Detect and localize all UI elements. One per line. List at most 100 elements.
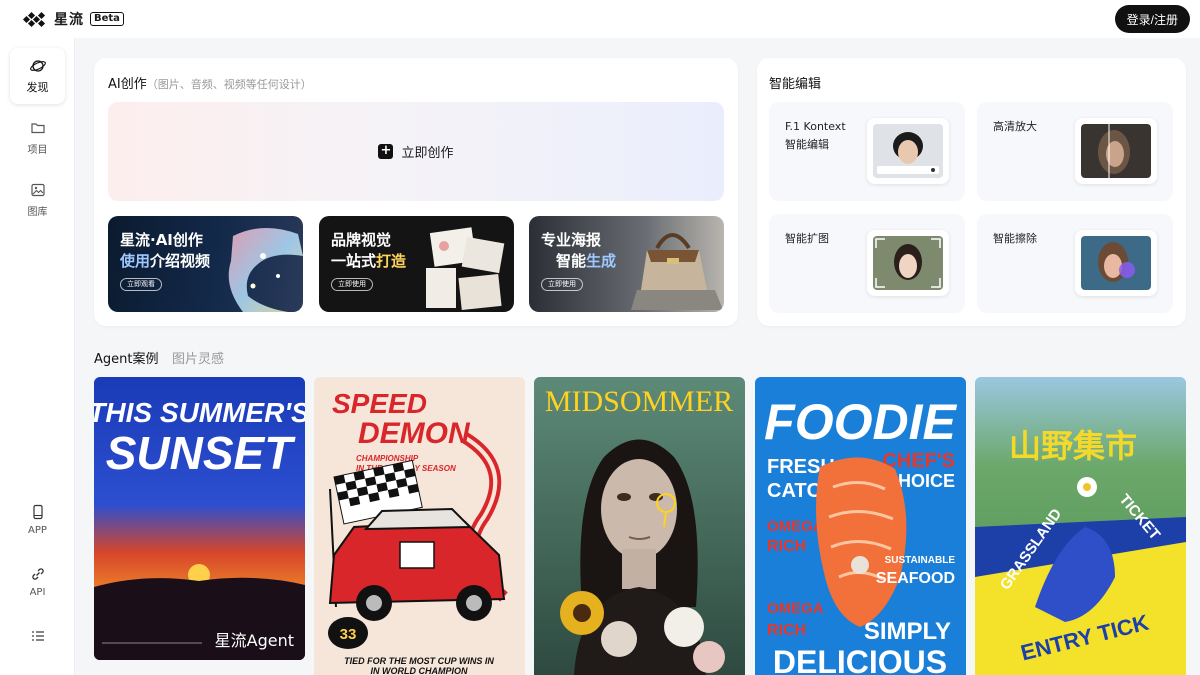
promo-line1: 品牌视觉 [331, 231, 392, 249]
logo-mark-icon [22, 11, 48, 28]
sidebar: 发现 项目 图库 APP API [0, 38, 75, 675]
sidebar-item-label: API [29, 587, 46, 598]
tile-label-line1: 智能擦除 [993, 232, 1037, 245]
promo-text: 专业海报 智能生成 [541, 230, 616, 272]
sidebar-item-projects[interactable]: 项目 [10, 110, 65, 166]
promo-line2-a: 一站式 [331, 252, 377, 270]
tile-label: 智能擦除 [993, 230, 1037, 248]
poster-title1: MIDSOMMER [545, 385, 733, 418]
poster-brand: 星流Agent [215, 631, 294, 650]
ai-create-subtitle: （图片、音频、视频等任何设计） [146, 78, 312, 91]
poster-title1: SPEED [332, 388, 427, 419]
poster-foot1: SIMPLY [864, 618, 951, 645]
promo-text: 星流·AI创作 使用介绍视频 [120, 230, 210, 272]
menu-icon [31, 631, 44, 641]
poster-title2: SUNSET [106, 427, 296, 479]
sidebar-menu-button[interactable] [10, 608, 65, 664]
portrait-thumb-icon [1081, 124, 1151, 178]
portrait-thumb-icon [1081, 236, 1151, 290]
tab-image-inspiration[interactable]: 图片灵感 [172, 348, 224, 367]
gallery-item-sunset[interactable]: THIS SUMMER'S SUNSET 星流Agent [94, 377, 305, 660]
tile-label-line1: F.1 Kontext [785, 120, 846, 133]
plus-icon: + [378, 144, 394, 159]
tile-upscale[interactable]: 高清放大 [977, 102, 1173, 201]
sidebar-item-label: 发现 [26, 80, 49, 94]
portrait-thumb-icon [873, 236, 943, 290]
promo-line1: 星流·AI创作 [120, 231, 203, 249]
poster-omega2: OMEGA [767, 600, 824, 617]
tile-label-line1: 高清放大 [993, 120, 1037, 133]
sidebar-item-label: 图库 [27, 207, 48, 218]
tile-outpaint[interactable]: 智能扩图 [769, 214, 965, 313]
phone-icon [32, 504, 43, 520]
promo-watch-button[interactable]: 立即观看 [120, 278, 162, 291]
tile-thumbnail [867, 118, 949, 184]
smart-edit-card: 智能编辑 F.1 Kontext 智能编辑 高清放大 智能扩图 智能擦除 [757, 58, 1186, 326]
promo-poster[interactable]: 专业海报 智能生成 立即使用 [529, 216, 724, 312]
create-now-label: 立即创作 [401, 146, 454, 161]
poster-foot2: DELICIOUS [773, 644, 947, 675]
beta-badge: Beta [90, 12, 124, 26]
tile-thumbnail [1075, 230, 1157, 296]
login-button[interactable]: 登录/注册 [1114, 5, 1190, 33]
link-icon [31, 568, 44, 580]
poster-title1: THIS SUMMER'S [94, 397, 305, 428]
sunset-poster: THIS SUMMER'S SUNSET 星流Agent [94, 377, 305, 660]
gallery-item-speed-demon[interactable]: SPEED DEMON CHAMPIONSHIP IN THE HOLIDAY … [314, 377, 525, 675]
ai-create-title-text: AI创作 [108, 77, 147, 92]
poster-title2: DEMON [358, 417, 471, 450]
tile-thumbnail [867, 230, 949, 296]
handbag-art-icon [631, 233, 723, 310]
create-now-button[interactable]: + 立即创作 [108, 102, 724, 201]
poster-foot2: IN WORLD CHAMPION [371, 666, 468, 675]
ai-create-title: AI创作（图片、音频、视频等任何设计） [108, 73, 312, 92]
gallery-item-midsommer[interactable]: MIDSOMMER [534, 377, 745, 675]
poster-sus2: SEAFOOD [876, 570, 955, 587]
promo-use-button[interactable]: 立即使用 [541, 278, 583, 291]
tile-label-line1: 智能扩图 [785, 232, 829, 245]
sidebar-item-app[interactable]: APP [10, 492, 65, 548]
tile-label: F.1 Kontext 智能编辑 [785, 118, 846, 154]
logo[interactable]: 星流 Beta [22, 9, 124, 29]
poster-omega1: OMEGA [767, 518, 824, 535]
promo-line2-a: 智能 [556, 252, 587, 270]
tile-thumbnail [1075, 118, 1157, 184]
foodie-poster: FOODIE FRESH CATCH CHEF'S CHOICE OMEGA R… [755, 377, 966, 675]
sidebar-item-api[interactable]: API [10, 554, 65, 610]
promo-intro-video[interactable]: 星流·AI创作 使用介绍视频 立即观看 [108, 216, 303, 312]
gallery-item-grassland[interactable]: 山野集市 GRASSLAND TICKET ENTRY TICK [975, 377, 1186, 675]
tile-label-line2: 智能编辑 [785, 138, 829, 151]
promo-brand-visual[interactable]: 品牌视觉 一站式打造 立即使用 [319, 216, 514, 312]
image-icon [30, 183, 45, 197]
gallery-item-foodie[interactable]: FOODIE FRESH CATCH CHEF'S CHOICE OMEGA R… [755, 377, 966, 675]
tile-erase[interactable]: 智能擦除 [977, 214, 1173, 313]
poster-title1: 山野集市 [1009, 427, 1137, 465]
tile-kontext-edit[interactable]: F.1 Kontext 智能编辑 [769, 102, 965, 201]
promo-line2-hl: 生成 [586, 252, 617, 270]
tile-label: 高清放大 [993, 118, 1037, 136]
smart-edit-title: 智能编辑 [769, 77, 822, 92]
tile-label: 智能扩图 [785, 230, 829, 248]
midsommer-poster: MIDSOMMER [534, 377, 745, 675]
folder-icon [30, 123, 45, 134]
promo-line2-a: 使用 [120, 252, 151, 270]
planet-icon [29, 59, 46, 72]
ai-create-card: AI创作（图片、音频、视频等任何设计） + 立即创作 星流·AI创作 使用介绍视… [94, 58, 738, 326]
grassland-poster: 山野集市 GRASSLAND TICKET ENTRY TICK [975, 377, 1186, 675]
hand-art-icon [228, 227, 303, 312]
promo-line1: 专业海报 [541, 231, 602, 249]
sidebar-item-label: APP [28, 525, 47, 536]
sidebar-item-discover[interactable]: 发现 [10, 48, 65, 104]
package-art-icon [426, 227, 505, 311]
sidebar-item-gallery[interactable]: 图库 [10, 172, 65, 228]
top-header: 星流 Beta 登录/注册 [0, 0, 1200, 38]
promo-use-button[interactable]: 立即使用 [331, 278, 373, 291]
portrait-thumb-icon [873, 124, 943, 178]
tab-agent-cases[interactable]: Agent案例 [94, 348, 158, 367]
promo-text: 品牌视觉 一站式打造 [331, 230, 406, 272]
poster-title1: FOODIE [764, 394, 957, 450]
poster-rich2: RICH [767, 622, 806, 639]
poster-foot1: TIED FOR THE MOST CUP WINS IN [344, 656, 494, 666]
promo-line2-hl: 介绍视频 [150, 252, 211, 270]
speed-demon-poster: SPEED DEMON CHAMPIONSHIP IN THE HOLIDAY … [314, 377, 525, 675]
